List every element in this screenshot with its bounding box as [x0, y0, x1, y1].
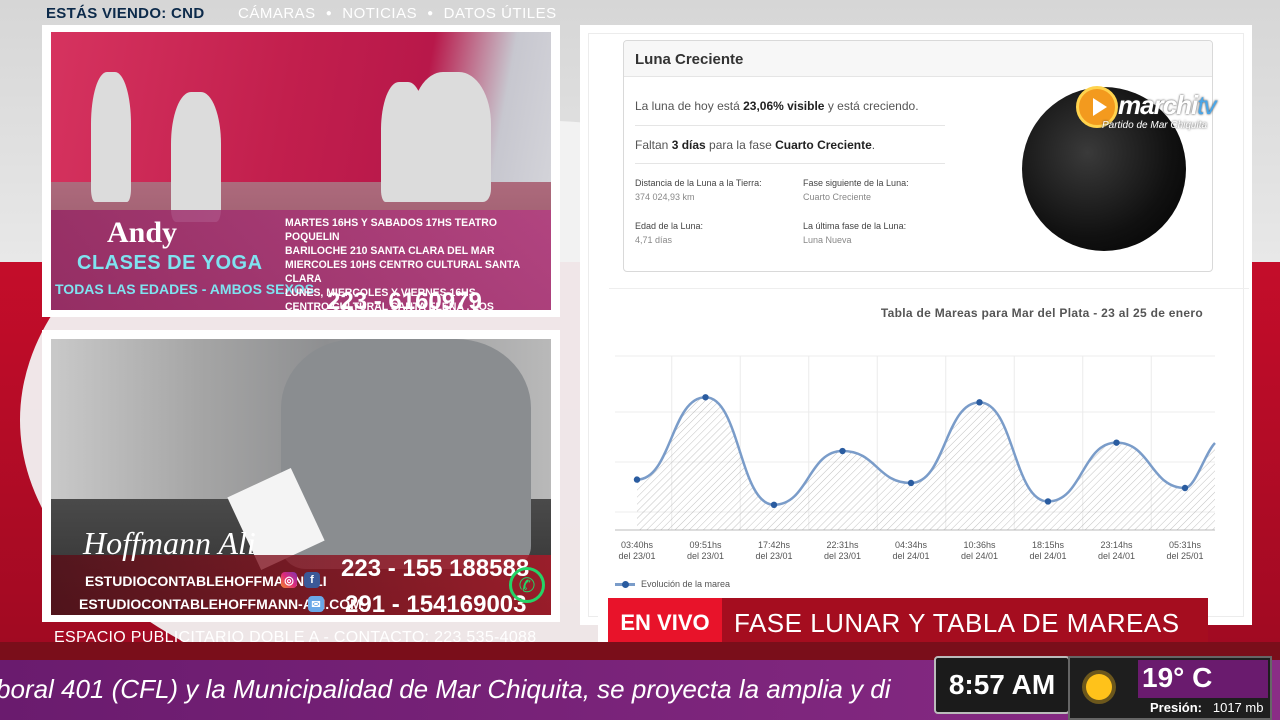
- moon-next-phase-name: Cuarto Creciente: [775, 138, 872, 152]
- x-tick-label: 22:31hs del 23/01: [824, 540, 861, 561]
- pressure: Presión: 1017 mb: [1150, 700, 1263, 715]
- nav-separator-icon: ●: [325, 8, 333, 19]
- tide-data-point[interactable]: [1181, 484, 1189, 492]
- tide-data-point[interactable]: [770, 501, 778, 508]
- hoffmann-name: Hoffmann Ali: [83, 525, 256, 561]
- x-tick-label: 05:31hs del 25/01: [1166, 540, 1203, 561]
- nav-item-cameras[interactable]: CÁMARAS: [238, 5, 316, 22]
- yoga-classes-label: CLASES DE YOGA: [77, 252, 263, 274]
- yoga-person: [411, 72, 491, 202]
- logo-subtitle: Partido de Mar Chiquita: [1102, 120, 1208, 131]
- email-icon: ✉: [308, 596, 324, 612]
- whatsapp-icon: ✆: [509, 567, 545, 603]
- x-tick-label: 10:36hs del 24/01: [961, 540, 998, 561]
- moon-phase-title: Luna Creciente: [635, 51, 744, 68]
- yoga-person: [171, 92, 221, 222]
- tide-data-point[interactable]: [976, 399, 983, 406]
- moon-stat-value: Luna Nueva: [803, 235, 852, 245]
- yoga-phone: 223 - 6160979: [327, 288, 482, 310]
- x-tick-label: 09:51hs del 23/01: [687, 540, 724, 561]
- moon-visibility-text: La luna de hoy está 23,06% visible y est…: [635, 99, 919, 113]
- moon-stat-value: 4,71 días: [635, 235, 673, 245]
- moon-stat-label: Edad de la Luna:: [635, 221, 704, 231]
- tide-data-point[interactable]: [1113, 439, 1120, 446]
- hoffmann-phone-1: 223 - 155 188588: [341, 555, 530, 582]
- moon-divider: [635, 125, 945, 126]
- yoga-schedule-line: BARILOCHE 210 SANTA CLARA DEL MAR: [285, 245, 495, 257]
- legend-line-icon: [615, 580, 635, 588]
- ticker-text: boral 401 (CFL) y la Municipalidad de Ma…: [0, 674, 891, 704]
- pressure-label: Presión:: [1150, 700, 1203, 715]
- tide-data-point[interactable]: [1044, 498, 1052, 505]
- moon-days-left: 3 días: [671, 138, 706, 152]
- moon-stat-label: Distancia de la Luna a la Tierra:: [635, 178, 762, 188]
- moon-stat-value: Cuarto Creciente: [803, 192, 872, 202]
- yoga-ad: Andy CLASES DE YOGA TODAS LAS EDADES - A…: [42, 25, 560, 317]
- live-badge: EN VIVO: [608, 598, 722, 648]
- moon-visibility-pre: La luna de hoy está: [635, 99, 744, 113]
- tide-chart: 03:40hs del 23/01 09:51hs del 23/01 17:42hs d…: [615, 355, 1216, 561]
- top-nav: CÁMARAS ● NOTICIAS ● DATOS ÚTILES: [238, 5, 557, 22]
- nav-item-useful-data[interactable]: DATOS ÚTILES: [444, 5, 557, 22]
- moon-stat-label: Fase siguiente de la Luna:: [803, 178, 909, 188]
- tide-data-point[interactable]: [633, 476, 641, 483]
- nav-separator-icon: ●: [427, 8, 434, 19]
- tide-chart-title: Tabla de Mareas para Mar del Plata - 23 …: [880, 306, 1203, 320]
- yoga-instructor-name: Andy: [107, 216, 178, 249]
- facebook-icon: f: [304, 572, 320, 588]
- pressure-value: 1017 mb: [1212, 700, 1264, 715]
- moon-next-post: .: [871, 138, 876, 152]
- temperature: 19° C: [1142, 662, 1213, 693]
- moon-card-header: Luna Creciente: [624, 41, 1212, 77]
- yoga-ages-label: TODAS LAS EDADES - AMBOS SEXOS: [55, 281, 315, 297]
- nav-item-news[interactable]: NOTICIAS: [342, 5, 417, 22]
- moon-next-pre: Faltan: [635, 138, 672, 152]
- clock: 8:57 AM: [934, 656, 1070, 714]
- moon-phase-card: Luna Creciente La luna de hoy está 23,06…: [623, 40, 1213, 272]
- moon-divider: [635, 163, 945, 164]
- program-title: FASE LUNAR Y TABLA DE MAREAS: [722, 598, 1208, 648]
- instagram-icon: ◎: [281, 572, 297, 588]
- moon-visibility-value: 23,06% visible: [743, 99, 825, 113]
- moon-next-mid: para la fase: [705, 138, 776, 152]
- tide-data-point[interactable]: [702, 394, 709, 401]
- legend-label: Evolución de la marea: [641, 579, 731, 589]
- chart-legend: Evolución de la marea: [615, 579, 730, 589]
- tide-data-point[interactable]: [907, 479, 915, 487]
- logo-brand-tv: tv: [1197, 90, 1216, 120]
- moon-stat-label: La última fase de la Luna:: [803, 221, 907, 231]
- tide-data-point[interactable]: [839, 447, 846, 455]
- now-viewing-label: ESTÁS VIENDO: CND: [46, 5, 205, 22]
- logo-brand-name: marchi: [1118, 90, 1198, 120]
- sun-icon: [1086, 674, 1112, 700]
- section-divider: [609, 288, 1249, 289]
- x-tick-label: 17:42hs del 23/01: [755, 540, 792, 561]
- x-tick-label: 04:34hs del 24/01: [892, 540, 929, 561]
- yoga-schedule-line: MIERCOLES 10HS CENTRO CULTURAL SANTA CLA…: [285, 259, 520, 285]
- logo-brand: marchitv: [1118, 90, 1217, 121]
- x-tick-label: 23:14hs del 24/01: [1098, 540, 1135, 561]
- moon-stat-value: 374 024,93 km: [635, 192, 695, 202]
- x-tick-label: 03:40hs del 23/01: [618, 540, 655, 561]
- moon-next-phase-text: Faltan 3 días para la fase Cuarto Crecie…: [635, 138, 875, 152]
- x-tick-label: 18:15hs del 24/01: [1029, 540, 1066, 561]
- yoga-schedule-line: MARTES 16HS Y SABADOS 17HS TEATRO POQUEL…: [285, 217, 497, 243]
- tide-area: [637, 397, 1215, 530]
- hoffmann-phone-2: 291 - 154169003: [345, 591, 527, 615]
- yoga-person: [91, 72, 131, 202]
- moon-visibility-post: y está creciendo.: [824, 99, 919, 113]
- hoffmann-ad: Hoffmann Ali ESTUDIOCONTABLEHOFFMANNALI …: [42, 330, 560, 622]
- marchitv-logo: marchitv Partido de Mar Chiquita: [1076, 86, 1226, 136]
